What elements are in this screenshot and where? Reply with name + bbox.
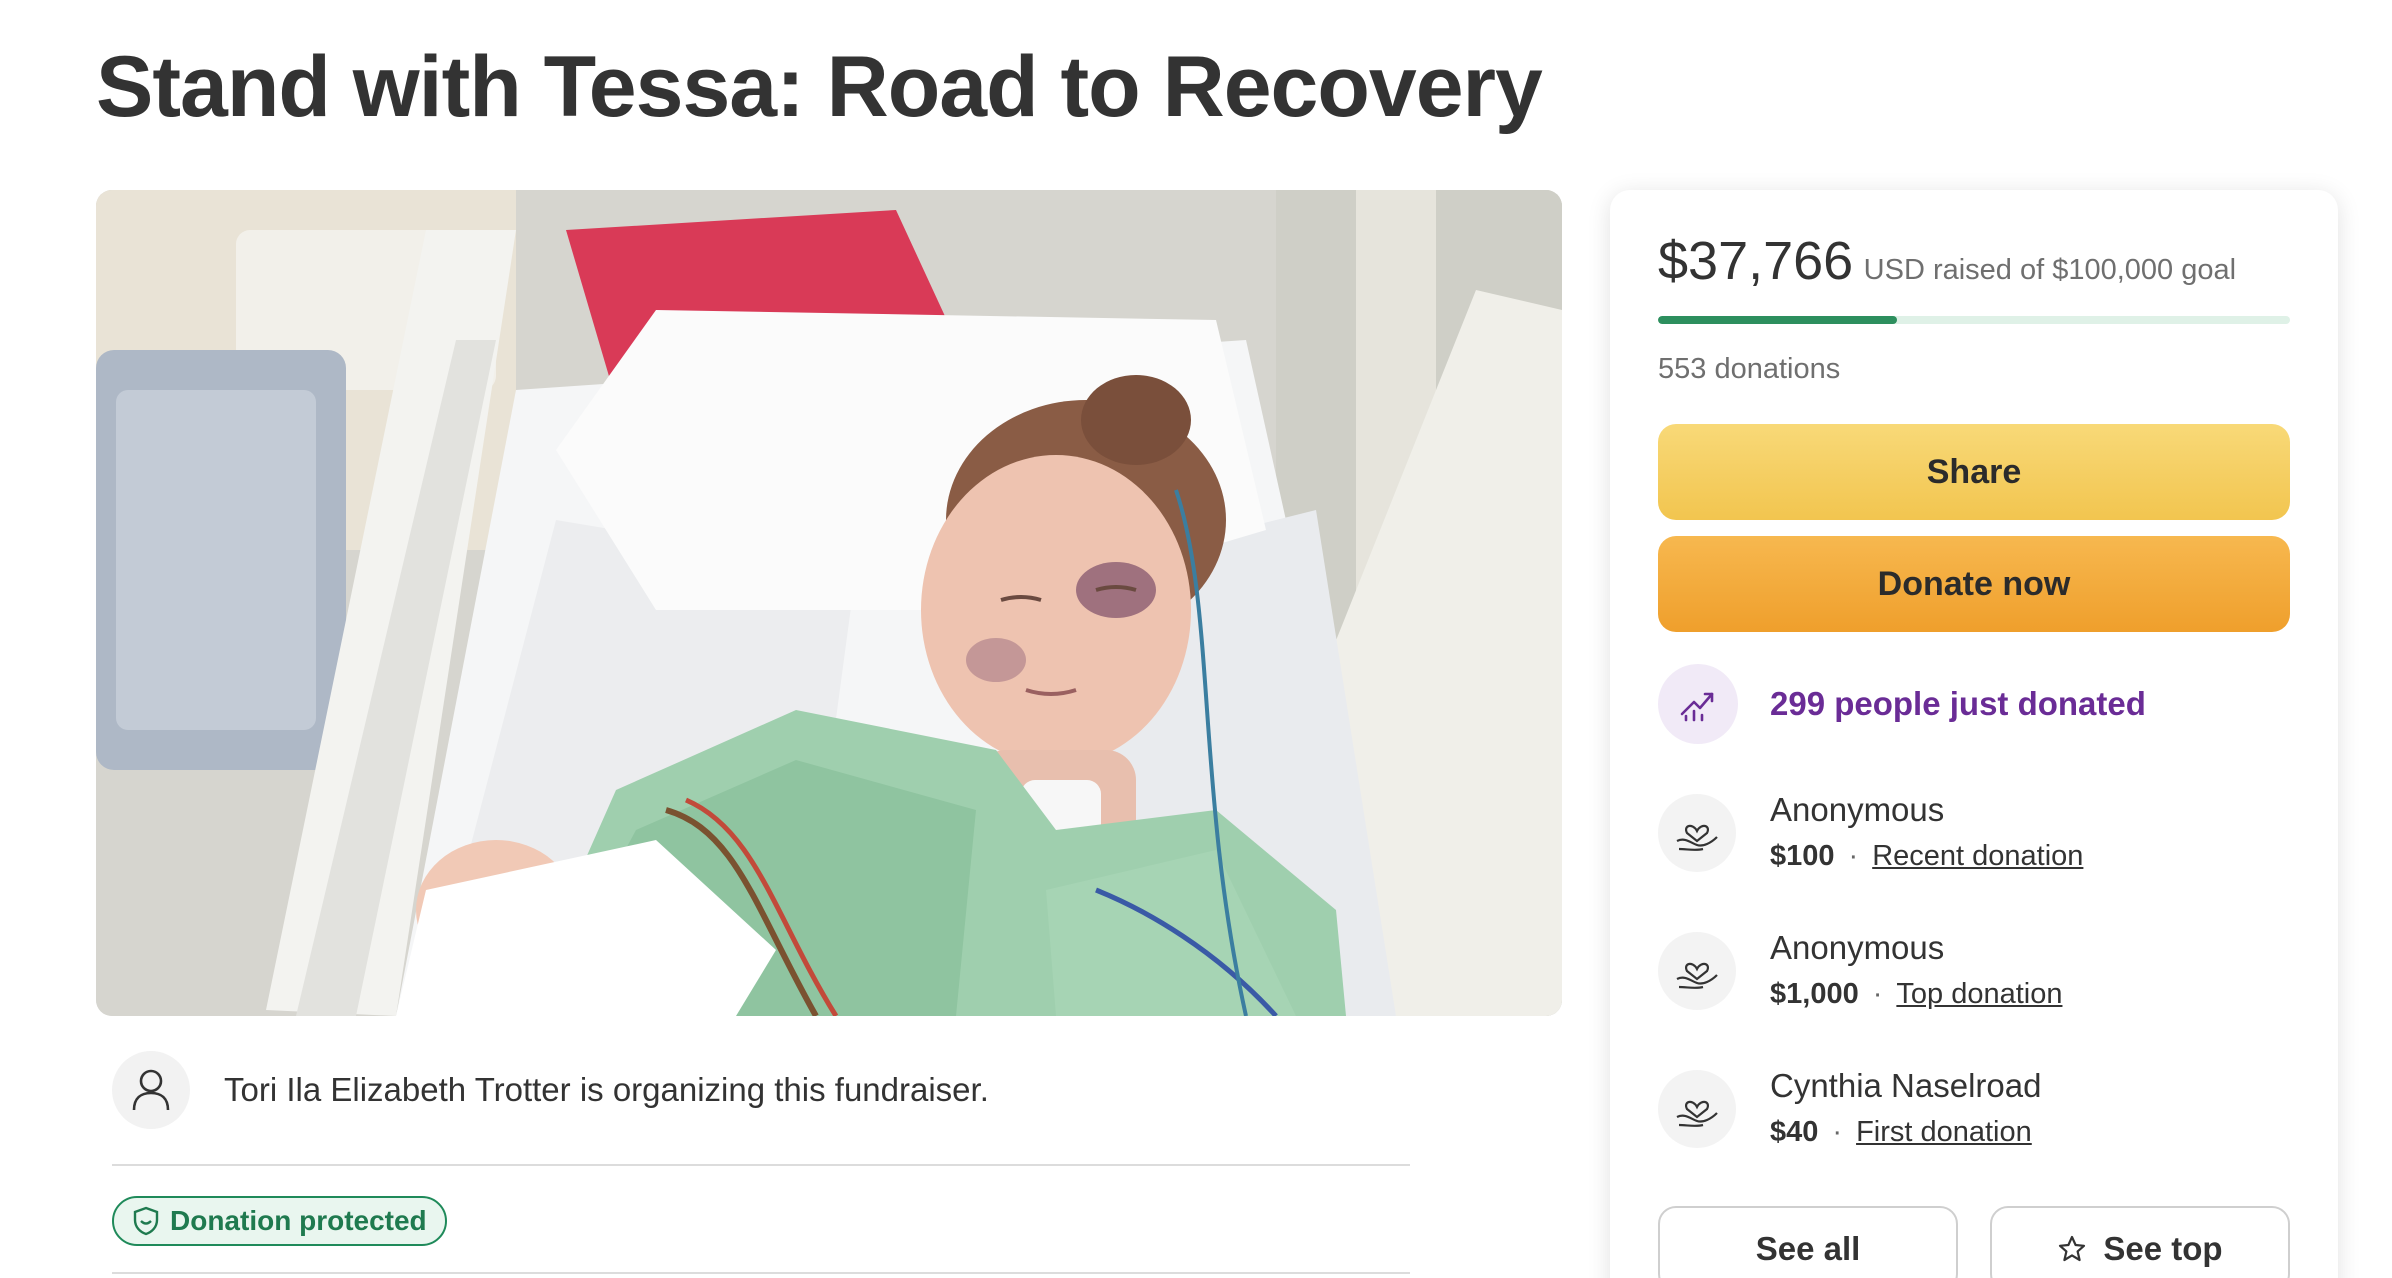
- progress-bar: [1658, 316, 2290, 324]
- see-all-button[interactable]: See all: [1658, 1206, 1958, 1278]
- user-icon: [132, 1069, 170, 1111]
- donor-name: Cynthia Naselroad: [1770, 1067, 2042, 1104]
- raised-summary: $37,766 USD raised of $100,000 goal: [1658, 230, 2236, 292]
- see-top-label: See top: [2103, 1230, 2223, 1267]
- donation-count: 553 donations: [1658, 353, 1841, 385]
- raised-goal-text: USD raised of $100,000 goal: [1863, 254, 2237, 286]
- donor-item: Anonymous $100 · Recent donation: [1658, 788, 2083, 878]
- donor-name: Anonymous: [1770, 791, 1945, 828]
- organizer-text: Tori Ila Elizabeth Trotter is organizing…: [224, 1071, 989, 1108]
- progress-fill: [1658, 316, 1897, 324]
- page-title: Stand with Tessa: Road to Recovery: [96, 39, 1543, 135]
- donation-type-link[interactable]: Top donation: [1896, 978, 2062, 1010]
- hero-image[interactable]: [96, 190, 1562, 1016]
- share-button[interactable]: Share: [1658, 424, 2290, 520]
- trend-text: 299 people just donated: [1770, 685, 2146, 722]
- star-icon: [2059, 1235, 2086, 1262]
- shield-icon: [133, 1206, 159, 1236]
- see-top-button[interactable]: See top: [1990, 1206, 2290, 1278]
- donation-sidebar: $37,766 USD raised of $100,000 goal 553 …: [1610, 190, 2338, 1278]
- donor-avatar: [1658, 794, 1736, 872]
- trending-up-icon: [1680, 692, 1714, 722]
- organizer-row: Tori Ila Elizabeth Trotter is organizing…: [112, 1050, 1412, 1130]
- donation-type-link[interactable]: Recent donation: [1872, 840, 2083, 872]
- heart-hands-icon: [1676, 824, 1718, 851]
- heart-hands-icon: [1676, 962, 1718, 989]
- donation-protected-badge[interactable]: Donation protected: [112, 1196, 447, 1246]
- separator-dot: ·: [1872, 978, 1883, 1010]
- donor-amount: $40: [1770, 1116, 1819, 1148]
- divider: [112, 1164, 1410, 1166]
- trend-icon-circle: [1658, 664, 1738, 744]
- donor-item: Cynthia Naselroad $40 · First donation: [1658, 1064, 2041, 1154]
- donor-avatar: [1658, 1070, 1736, 1148]
- donor-item: Anonymous $1,000 · Top donation: [1658, 926, 2062, 1016]
- separator-dot: ·: [1832, 1116, 1843, 1148]
- see-all-label: See all: [1755, 1230, 1861, 1267]
- donor-amount: $100: [1770, 840, 1835, 872]
- organizer-avatar[interactable]: [112, 1051, 190, 1129]
- donation-type-link[interactable]: First donation: [1856, 1116, 2032, 1148]
- fundraiser-page: Stand with Tessa: Road to Recovery Tori …: [0, 0, 2392, 1278]
- donor-name: Anonymous: [1770, 929, 1945, 966]
- donor-amount: $1,000: [1770, 978, 1859, 1010]
- donation-protected-label: Donation protected: [170, 1205, 427, 1236]
- separator-dot: ·: [1848, 840, 1859, 872]
- recent-donations-trend: 299 people just donated: [1658, 664, 2146, 744]
- hospital-patient-photo: [96, 190, 1562, 1016]
- divider: [112, 1272, 1410, 1274]
- raised-amount: $37,766: [1658, 231, 1854, 291]
- donor-avatar: [1658, 932, 1736, 1010]
- donate-now-button[interactable]: Donate now: [1658, 536, 2290, 632]
- heart-hands-icon: [1676, 1100, 1718, 1127]
